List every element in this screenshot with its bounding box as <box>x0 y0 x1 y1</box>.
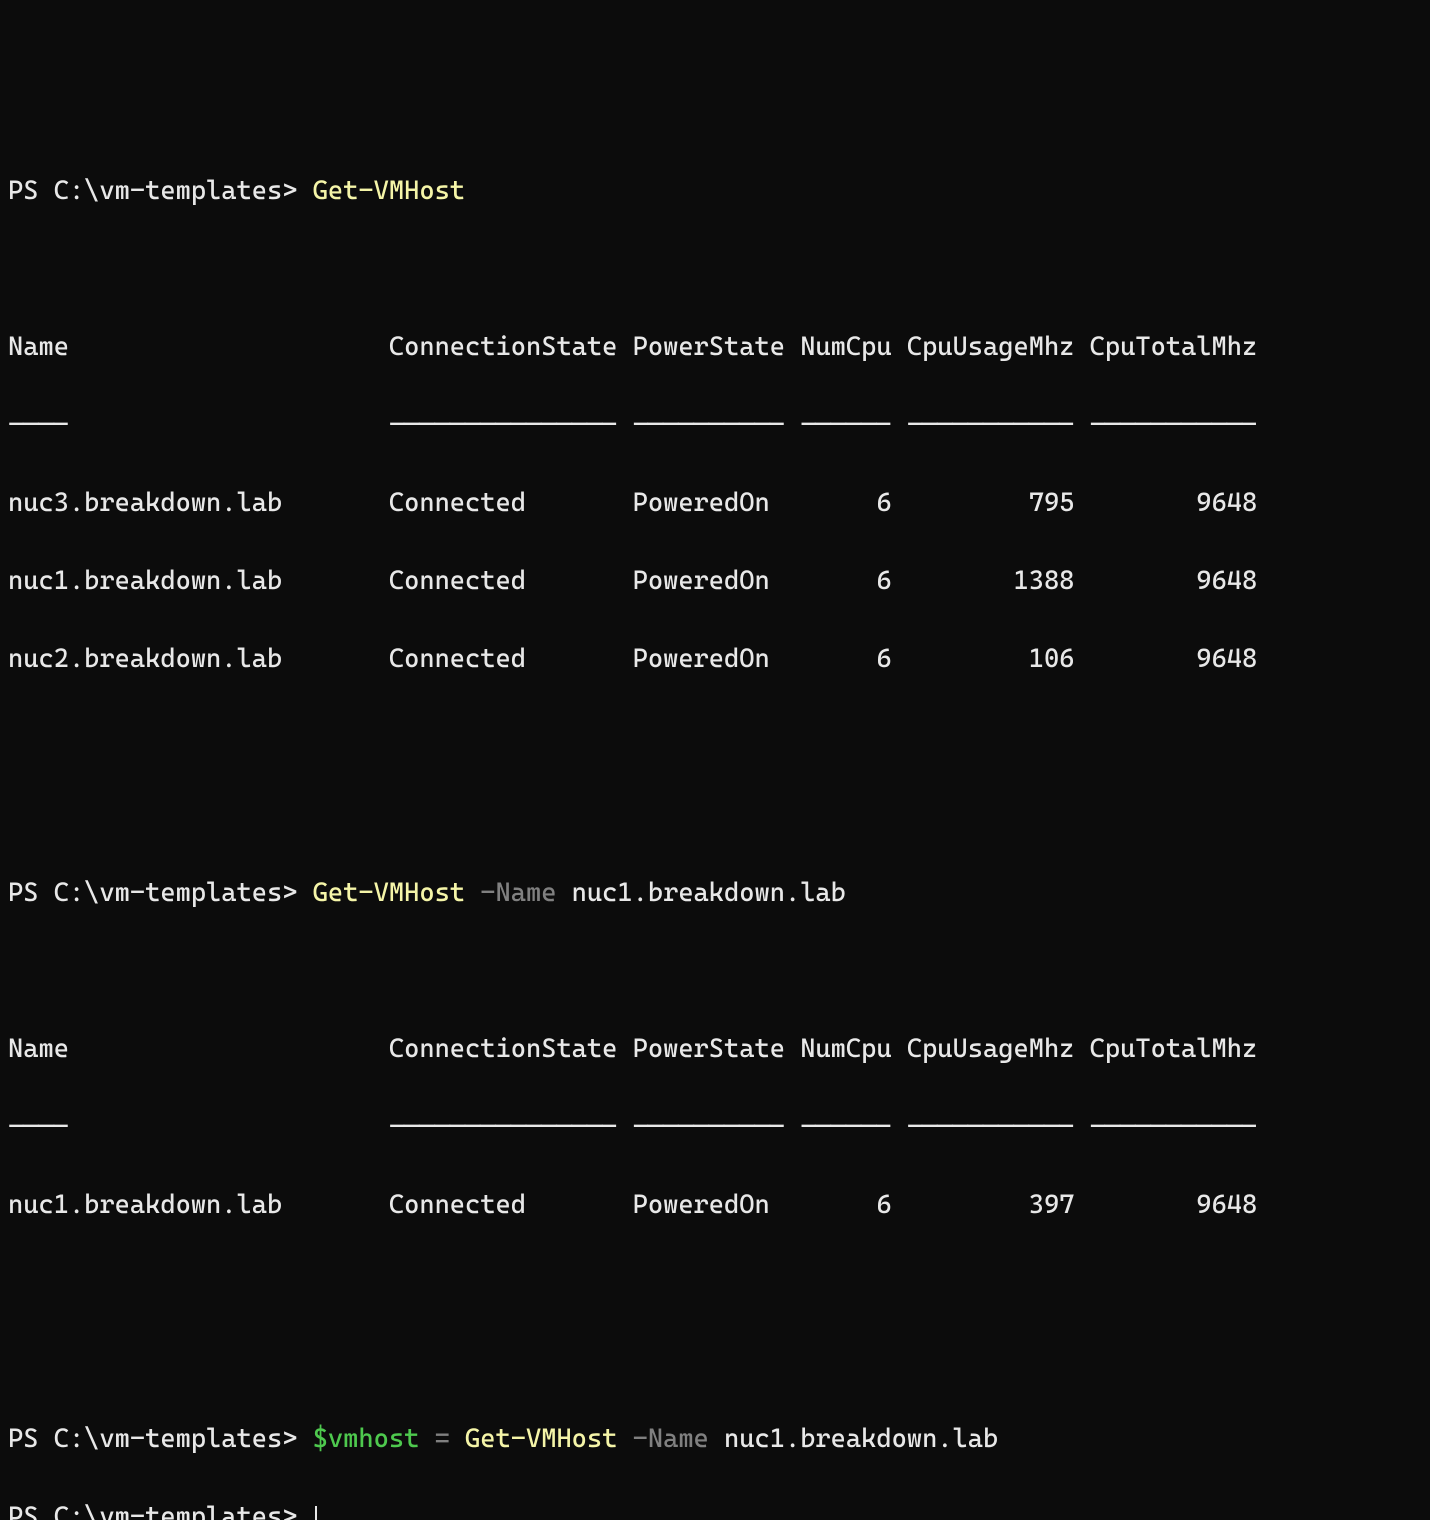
command-line-1: PS C:\vm-templates> Get-VMHost <box>8 172 1422 211</box>
table-row: nuc3.breakdown.lab Connected PoweredOn 6… <box>8 484 1422 523</box>
prompt: PS C:\vm-templates> <box>8 878 297 908</box>
command-line-2: PS C:\vm-templates> Get-VMHost -Name nuc… <box>8 874 1422 913</box>
terminal-output: PS C:\vm-templates> Get-VMHost Name Conn… <box>8 172 1422 1520</box>
prompt: PS C:\vm-templates> <box>8 176 297 206</box>
param-name: -Name <box>633 1424 709 1454</box>
cmdlet: Get-VMHost <box>465 1424 617 1454</box>
variable: $vmhost <box>313 1424 420 1454</box>
command-line-3: PS C:\vm-templates> $vmhost = Get-VMHost… <box>8 1420 1422 1459</box>
blank-line <box>8 250 1422 289</box>
command-line-4[interactable]: PS C:\vm-templates> <box>8 1498 1422 1520</box>
blank-line <box>8 952 1422 991</box>
table-row: nuc1.breakdown.lab Connected PoweredOn 6… <box>8 562 1422 601</box>
blank-line <box>8 1342 1422 1381</box>
blank-line <box>8 796 1422 835</box>
param-value: nuc1.breakdown.lab <box>724 1424 998 1454</box>
cursor <box>315 1506 317 1520</box>
table-header: Name ConnectionState PowerState NumCpu C… <box>8 328 1422 367</box>
param-name: -Name <box>480 878 556 908</box>
cmdlet: Get-VMHost <box>313 176 465 206</box>
operator: = <box>435 1424 450 1454</box>
table-header: Name ConnectionState PowerState NumCpu C… <box>8 1030 1422 1069</box>
blank-line <box>8 1264 1422 1303</box>
blank-line <box>8 718 1422 757</box>
param-value: nuc1.breakdown.lab <box>572 878 846 908</box>
table-row: nuc1.breakdown.lab Connected PoweredOn 6… <box>8 1186 1422 1225</box>
cmdlet: Get-VMHost <box>313 878 465 908</box>
table-separator: ---- --------------- ---------- ------ -… <box>8 1108 1422 1147</box>
table-row: nuc2.breakdown.lab Connected PoweredOn 6… <box>8 640 1422 679</box>
table-separator: ---- --------------- ---------- ------ -… <box>8 406 1422 445</box>
prompt: PS C:\vm-templates> <box>8 1424 297 1454</box>
prompt: PS C:\vm-templates> <box>8 1502 297 1520</box>
